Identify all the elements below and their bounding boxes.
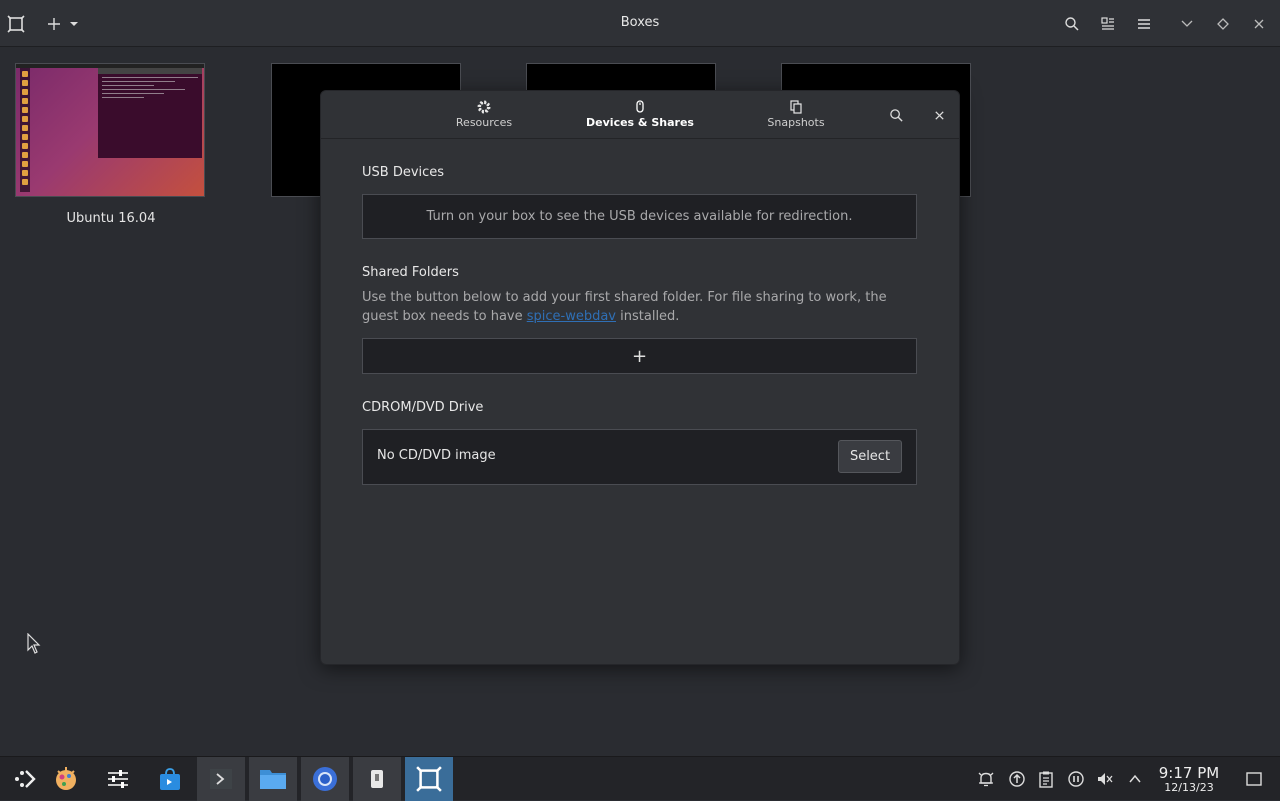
- terminal-icon[interactable]: [197, 757, 245, 801]
- tab-resources[interactable]: Resources: [424, 97, 544, 135]
- tab-snapshots[interactable]: Snapshots: [736, 97, 856, 135]
- menu-icon[interactable]: [1130, 10, 1158, 38]
- select-cd-button[interactable]: Select: [838, 440, 902, 473]
- notifications-bell-icon[interactable]: [976, 769, 996, 789]
- desc-text: installed.: [616, 309, 680, 324]
- copy-icon: [736, 98, 856, 116]
- box-label: Ubuntu 16.04: [66, 211, 156, 226]
- file-manager-icon[interactable]: [249, 757, 297, 801]
- usb-devices-heading: USB Devices: [362, 165, 445, 180]
- usb-devices-panel: Turn on your box to see the USB devices …: [362, 194, 917, 239]
- search-icon[interactable]: [884, 103, 908, 127]
- tab-devices-shares[interactable]: Devices & Shares: [580, 97, 700, 135]
- dialog-header: Resources Devices & Shares Snapshots: [321, 91, 959, 139]
- box-thumbnail-ubuntu[interactable]: [15, 63, 205, 197]
- tab-label: Devices & Shares: [586, 116, 694, 129]
- minimize-icon[interactable]: [1173, 10, 1201, 38]
- volume-muted-icon[interactable]: [1095, 769, 1115, 789]
- tab-label: Snapshots: [767, 116, 825, 129]
- shared-folders-heading: Shared Folders: [362, 265, 459, 280]
- box-properties-dialog: Resources Devices & Shares Snapshots USB…: [320, 90, 960, 665]
- add-shared-folder-button[interactable]: +: [362, 338, 917, 374]
- chevron-down-icon[interactable]: [61, 10, 87, 38]
- plus-icon: +: [631, 345, 648, 367]
- cdrom-heading: CDROM/DVD Drive: [362, 400, 484, 415]
- cdrom-status: No CD/DVD image: [377, 448, 496, 463]
- clock-date: 12/13/23: [1164, 781, 1214, 794]
- app-launcher-icon[interactable]: [0, 757, 48, 801]
- boxes-app-icon[interactable]: [405, 757, 453, 801]
- window-title: Boxes: [620, 15, 660, 30]
- maximize-icon[interactable]: [1209, 10, 1237, 38]
- clipboard-icon[interactable]: [1036, 769, 1056, 789]
- update-icon[interactable]: [1007, 769, 1027, 789]
- settings-sliders-icon[interactable]: [94, 757, 142, 801]
- mouse-icon: [580, 98, 700, 116]
- gear-icon: [424, 98, 544, 116]
- discover-store-icon[interactable]: [146, 757, 194, 801]
- boxes-logo-icon[interactable]: [2, 10, 30, 38]
- spice-webdav-link[interactable]: spice-webdav: [527, 309, 616, 324]
- pixelorama-icon[interactable]: [42, 757, 90, 801]
- media-pause-icon[interactable]: [1066, 769, 1086, 789]
- usb-device-icon[interactable]: [353, 757, 401, 801]
- close-icon[interactable]: [927, 103, 951, 127]
- thumbnail-terminal: [98, 68, 202, 158]
- clock-time: 9:17 PM: [1158, 764, 1220, 782]
- view-mode-icon[interactable]: [1094, 10, 1122, 38]
- cdrom-panel: No CD/DVD image Select: [362, 429, 917, 485]
- chromium-browser-icon[interactable]: [301, 757, 349, 801]
- chevron-up-icon[interactable]: [1125, 769, 1145, 789]
- taskbar: 9:17 PM 12/13/23: [0, 756, 1280, 801]
- tab-label: Resources: [455, 116, 513, 129]
- system-clock[interactable]: 9:17 PM 12/13/23: [1154, 765, 1224, 794]
- thumbnail-launcher: [20, 68, 30, 192]
- shared-folders-description: Use the button below to add your first s…: [362, 288, 922, 326]
- search-icon[interactable]: [1058, 10, 1086, 38]
- close-window-icon[interactable]: [1245, 10, 1273, 38]
- show-desktop-icon[interactable]: [1244, 769, 1264, 789]
- mouse-cursor-icon: [27, 632, 41, 659]
- usb-devices-message: Turn on your box to see the USB devices …: [426, 209, 853, 224]
- header-bar: Boxes: [0, 0, 1280, 47]
